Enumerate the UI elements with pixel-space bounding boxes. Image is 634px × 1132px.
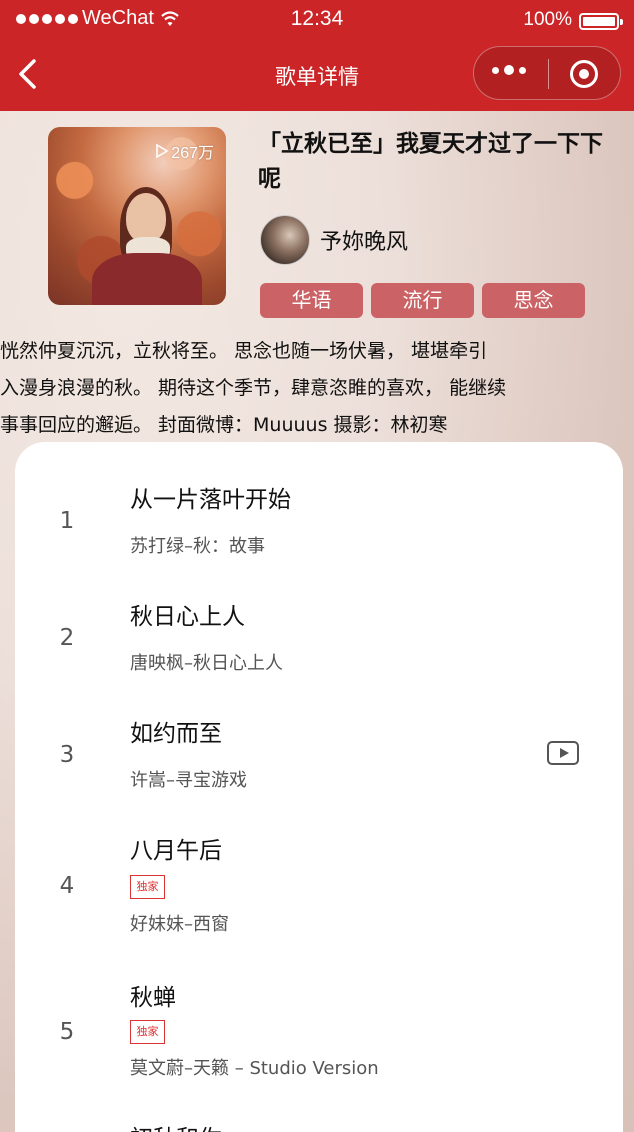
song-row[interactable]: 2 秋日心上人 唐映枫–秋日心上人 xyxy=(15,559,623,676)
play-count: 267万 xyxy=(155,139,214,163)
playlist-description[interactable]: 恍然仲夏沉沉，立秋将至。 思念也随一场伏暑， 堪堪牵引 入漫身浪漫的秋。 期待这… xyxy=(0,333,634,444)
song-row[interactable]: 3 如约而至 许嵩–寻宝游戏 xyxy=(15,676,623,793)
tag[interactable]: 流行 xyxy=(371,283,474,318)
exclusive-badge: 独家 xyxy=(130,1020,165,1044)
description-line: 入漫身浪漫的秋。 期待这个季节，肆意恣睢的喜欢， 能继续 xyxy=(0,377,507,399)
song-title: 如约而至 xyxy=(130,721,222,747)
creator[interactable]: 予妳晚风 xyxy=(260,215,408,265)
song-title: 秋蝉 xyxy=(130,985,176,1011)
song-artist: 许嵩–寻宝游戏 xyxy=(130,770,247,791)
playlist-cover[interactable]: 267万 xyxy=(48,127,226,305)
more-dots-icon[interactable] xyxy=(492,65,526,75)
description-line: 事事回应的邂逅。 封面微博：Muuuus 摄影：林初寒 xyxy=(0,414,448,436)
song-index: 2 xyxy=(59,625,75,651)
description-line: 恍然仲夏沉沉，立秋将至。 思念也随一场伏暑， 堪堪牵引 xyxy=(0,340,488,362)
song-artist: 苏打绿–秋：故事 xyxy=(130,536,265,557)
battery-icon xyxy=(579,13,623,30)
battery-percent: 100% xyxy=(523,9,572,30)
play-icon xyxy=(156,143,169,159)
song-row[interactable]: 1 从一片落叶开始 苏打绿–秋：故事 xyxy=(15,442,623,559)
mini-program-capsule xyxy=(473,46,621,100)
playlist-title: 「立秋已至」我夏天才过了一下下呢 xyxy=(258,131,603,192)
mv-play-icon[interactable] xyxy=(547,741,579,765)
song-row[interactable]: 初秋和你 xyxy=(15,1065,623,1132)
song-row[interactable]: 4 八月午后 独家 好妹妹–西窗 xyxy=(15,793,623,935)
play-count-value: 267万 xyxy=(171,145,214,162)
tag-list: 华语 流行 思念 xyxy=(260,283,585,318)
capsule-divider xyxy=(548,59,549,89)
creator-avatar[interactable] xyxy=(260,215,310,265)
song-title: 从一片落叶开始 xyxy=(130,487,291,513)
song-title: 八月午后 xyxy=(130,838,222,864)
song-index: 5 xyxy=(59,1019,75,1045)
song-artist: 唐映枫–秋日心上人 xyxy=(130,653,283,674)
creator-name[interactable]: 予妳晚风 xyxy=(320,224,408,256)
song-list: 1 从一片落叶开始 苏打绿–秋：故事 2 秋日心上人 唐映枫–秋日心上人 3 如… xyxy=(15,442,623,1132)
status-bar: WeChat 12:34 100% xyxy=(0,0,634,40)
song-index: 4 xyxy=(59,873,75,899)
tag[interactable]: 思念 xyxy=(482,283,585,318)
song-index: 3 xyxy=(59,742,75,768)
song-title: 初秋和你 xyxy=(130,1119,222,1132)
tag[interactable]: 华语 xyxy=(260,283,363,318)
exclusive-badge: 独家 xyxy=(130,875,165,899)
close-target-icon[interactable] xyxy=(570,60,598,88)
song-index: 1 xyxy=(59,508,75,534)
song-row[interactable]: 5 秋蝉 独家 莫文蔚–天籁 – Studio Version xyxy=(15,920,623,1079)
top-bar: WeChat 12:34 100% 歌单详情 xyxy=(0,0,634,111)
song-title: 秋日心上人 xyxy=(130,604,245,630)
